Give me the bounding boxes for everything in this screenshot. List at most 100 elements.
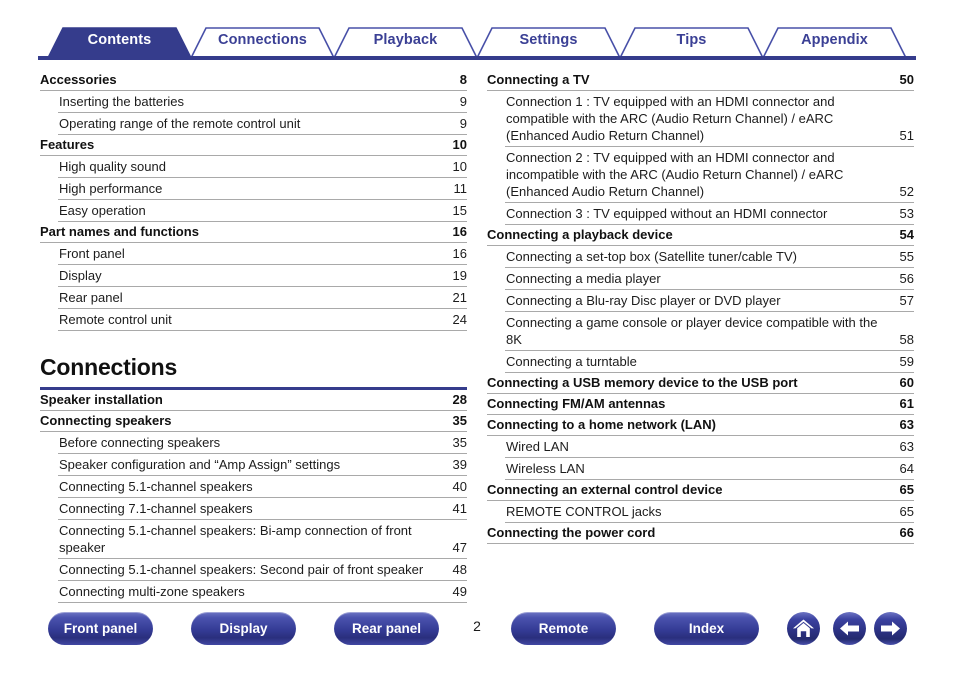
toc-entry[interactable]: High performance 11 — [58, 178, 467, 200]
toc-entry[interactable]: Connecting a game console or player devi… — [505, 312, 914, 351]
toc-entry-page: 54 — [899, 227, 914, 242]
toc-entry[interactable]: Part names and functions 16 — [40, 222, 467, 243]
toc-entry[interactable]: Operating range of the remote control un… — [58, 113, 467, 135]
toc-entry-page: 57 — [899, 293, 914, 308]
toc-entry[interactable]: Wireless LAN 64 — [505, 458, 914, 480]
toc-entry-page: 15 — [452, 203, 467, 218]
toc-entry-title: Front panel — [59, 246, 125, 261]
toc-entry[interactable]: Connecting 7.1-channel speakers 41 — [58, 498, 467, 520]
toc-entry[interactable]: Connecting a turntable 59 — [505, 351, 914, 373]
toc-entry-title: Speaker configuration and “Amp Assign” s… — [59, 457, 341, 472]
toc-entry[interactable]: High quality sound 10 — [58, 156, 467, 178]
toc-entry-page: 63 — [899, 439, 914, 454]
arrow-left-icon[interactable] — [833, 612, 866, 645]
toc-entry-title: High performance — [59, 181, 163, 196]
toc-entry[interactable]: Connecting multi-zone speakers 49 — [58, 581, 467, 603]
toc-entry[interactable]: Inserting the batteries 9 — [58, 91, 467, 113]
toc-entry[interactable]: Connection 3 : TV equipped without an HD… — [505, 203, 914, 225]
toc-entry[interactable]: Rear panel 21 — [58, 287, 467, 309]
toc-entry[interactable]: Connection 1 : TV equipped with an HDMI … — [505, 91, 914, 147]
toc-column-right: Connecting a TV 50 Connection 1 : TV equip… — [487, 70, 914, 544]
tab-connections[interactable]: Connections — [206, 22, 319, 58]
toc-entry-title: Connecting an external control device — [487, 482, 723, 497]
toc-entry-page: 39 — [452, 457, 467, 472]
toc-entry-page: 64 — [899, 461, 914, 476]
tab-contents[interactable]: Contents — [63, 22, 176, 58]
toc-entry-page: 35 — [452, 413, 467, 428]
toc-entry-page: 10 — [452, 159, 467, 174]
toc-entry-title: Wireless LAN — [506, 461, 585, 476]
toc-entry-title: Connecting a USB memory device to the US… — [487, 375, 798, 390]
toc-entry-title: Inserting the batteries — [59, 94, 185, 109]
toc-entry-title: Connecting a media player — [506, 271, 661, 286]
tab-settings[interactable]: Settings — [492, 22, 605, 58]
toc-entry-title: REMOTE CONTROL jacks — [506, 504, 662, 519]
toc-entry[interactable]: Speaker configuration and “Amp Assign” s… — [58, 454, 467, 476]
toc-entry-title: Connecting speakers — [40, 413, 172, 428]
toc-entry-page: 56 — [899, 271, 914, 286]
toc-column-left: Accessories 8 Inserting the batteries 9 Oper… — [40, 70, 467, 603]
toc-entry[interactable]: Connecting speakers 35 — [40, 411, 467, 432]
tab-bar-underline — [38, 56, 916, 60]
toc-entry-title: Connecting a turntable — [506, 354, 637, 369]
toc-entry[interactable]: Connecting 5.1-channel speakers: Bi-amp … — [58, 520, 467, 559]
footer-nav: Front panel Display Rear panel 2 Remote … — [0, 612, 954, 664]
toc-entry-page: 10 — [452, 137, 467, 152]
toc-entry-page: 63 — [899, 417, 914, 432]
toc-entry-page: 11 — [453, 181, 468, 196]
tab-appendix[interactable]: Appendix — [778, 22, 891, 58]
toc-entry[interactable]: Easy operation 15 — [58, 200, 467, 222]
toc-entry[interactable]: Accessories 8 — [40, 70, 467, 91]
toc-entry-title: Connecting to a home network (LAN) — [487, 417, 716, 432]
toc-entry-title: Easy operation — [59, 203, 146, 218]
toc-entry-title: Remote control unit — [59, 312, 172, 327]
toc-entry-page: 53 — [899, 206, 914, 221]
toc-entry-title: Display — [59, 268, 102, 283]
toc-entry[interactable]: Connecting 5.1-channel speakers: Second … — [58, 559, 467, 581]
toc-entry[interactable]: Remote control unit 24 — [58, 309, 467, 331]
toc-entry[interactable]: Display 19 — [58, 265, 467, 287]
toc-entry-title: Connecting 5.1-channel speakers: Second … — [59, 562, 424, 577]
toc-entry-page: 60 — [899, 375, 914, 390]
toc-entry-title: Connecting 5.1-channel speakers: Bi-amp … — [59, 523, 412, 555]
tab-playback[interactable]: Playback — [349, 22, 462, 58]
toc-entry-page: 49 — [452, 584, 467, 599]
toc-entry[interactable]: Connecting to a home network (LAN) 63 — [487, 415, 914, 436]
toc-entry[interactable]: Connecting a TV 50 — [487, 70, 914, 91]
arrow-right-icon[interactable] — [874, 612, 907, 645]
toc-entry-title: Operating range of the remote control un… — [59, 116, 301, 131]
toc-entry[interactable]: Connecting a USB memory device to the US… — [487, 373, 914, 394]
toc-entry[interactable]: REMOTE CONTROL jacks 65 — [505, 501, 914, 523]
button-index[interactable]: Index — [654, 612, 759, 645]
button-front-panel[interactable]: Front panel — [48, 612, 153, 645]
toc-entry[interactable]: Connecting a Blu-ray Disc player or DVD … — [505, 290, 914, 312]
toc-entry-page: 24 — [452, 312, 467, 327]
toc-entry[interactable]: Connecting 5.1-channel speakers 40 — [58, 476, 467, 498]
toc-entry[interactable]: Features 10 — [40, 135, 467, 156]
toc-entry[interactable]: Speaker installation 28 — [40, 390, 467, 411]
toc-entry-page: 65 — [899, 504, 914, 519]
toc-list-right: Connecting a TV 50 Connection 1 : TV equip… — [487, 70, 914, 544]
toc-entry[interactable]: Front panel 16 — [58, 243, 467, 265]
toc-entry[interactable]: Connecting FM/AM antennas 61 — [487, 394, 914, 415]
toc-entry[interactable]: Connecting a media player 56 — [505, 268, 914, 290]
toc-entry[interactable]: Connecting a set-top box (Satellite tune… — [505, 246, 914, 268]
tab-tips[interactable]: Tips — [635, 22, 748, 58]
button-rear-panel[interactable]: Rear panel — [334, 612, 439, 645]
toc-entry[interactable]: Wired LAN 63 — [505, 436, 914, 458]
button-display[interactable]: Display — [191, 612, 296, 645]
toc-entry[interactable]: Connection 2 : TV equipped with an HDMI … — [505, 147, 914, 203]
toc-entry[interactable]: Connecting a playback device 54 — [487, 225, 914, 246]
button-remote[interactable]: Remote — [511, 612, 616, 645]
toc-entry-page: 55 — [899, 249, 914, 264]
toc-entry[interactable]: Connecting the power cord 66 — [487, 523, 914, 544]
toc-entry-page: 28 — [452, 392, 467, 407]
home-icon[interactable] — [787, 612, 820, 645]
toc-entry[interactable]: Connecting an external control device 65 — [487, 480, 914, 501]
toc-entry-title: Before connecting speakers — [59, 435, 221, 450]
toc-entry-title: Connecting a TV — [487, 72, 590, 87]
toc-entry-page: 40 — [452, 479, 467, 494]
toc-entry-title: Accessories — [40, 72, 117, 87]
page-number: 2 — [473, 618, 481, 634]
toc-entry[interactable]: Before connecting speakers 35 — [58, 432, 467, 454]
